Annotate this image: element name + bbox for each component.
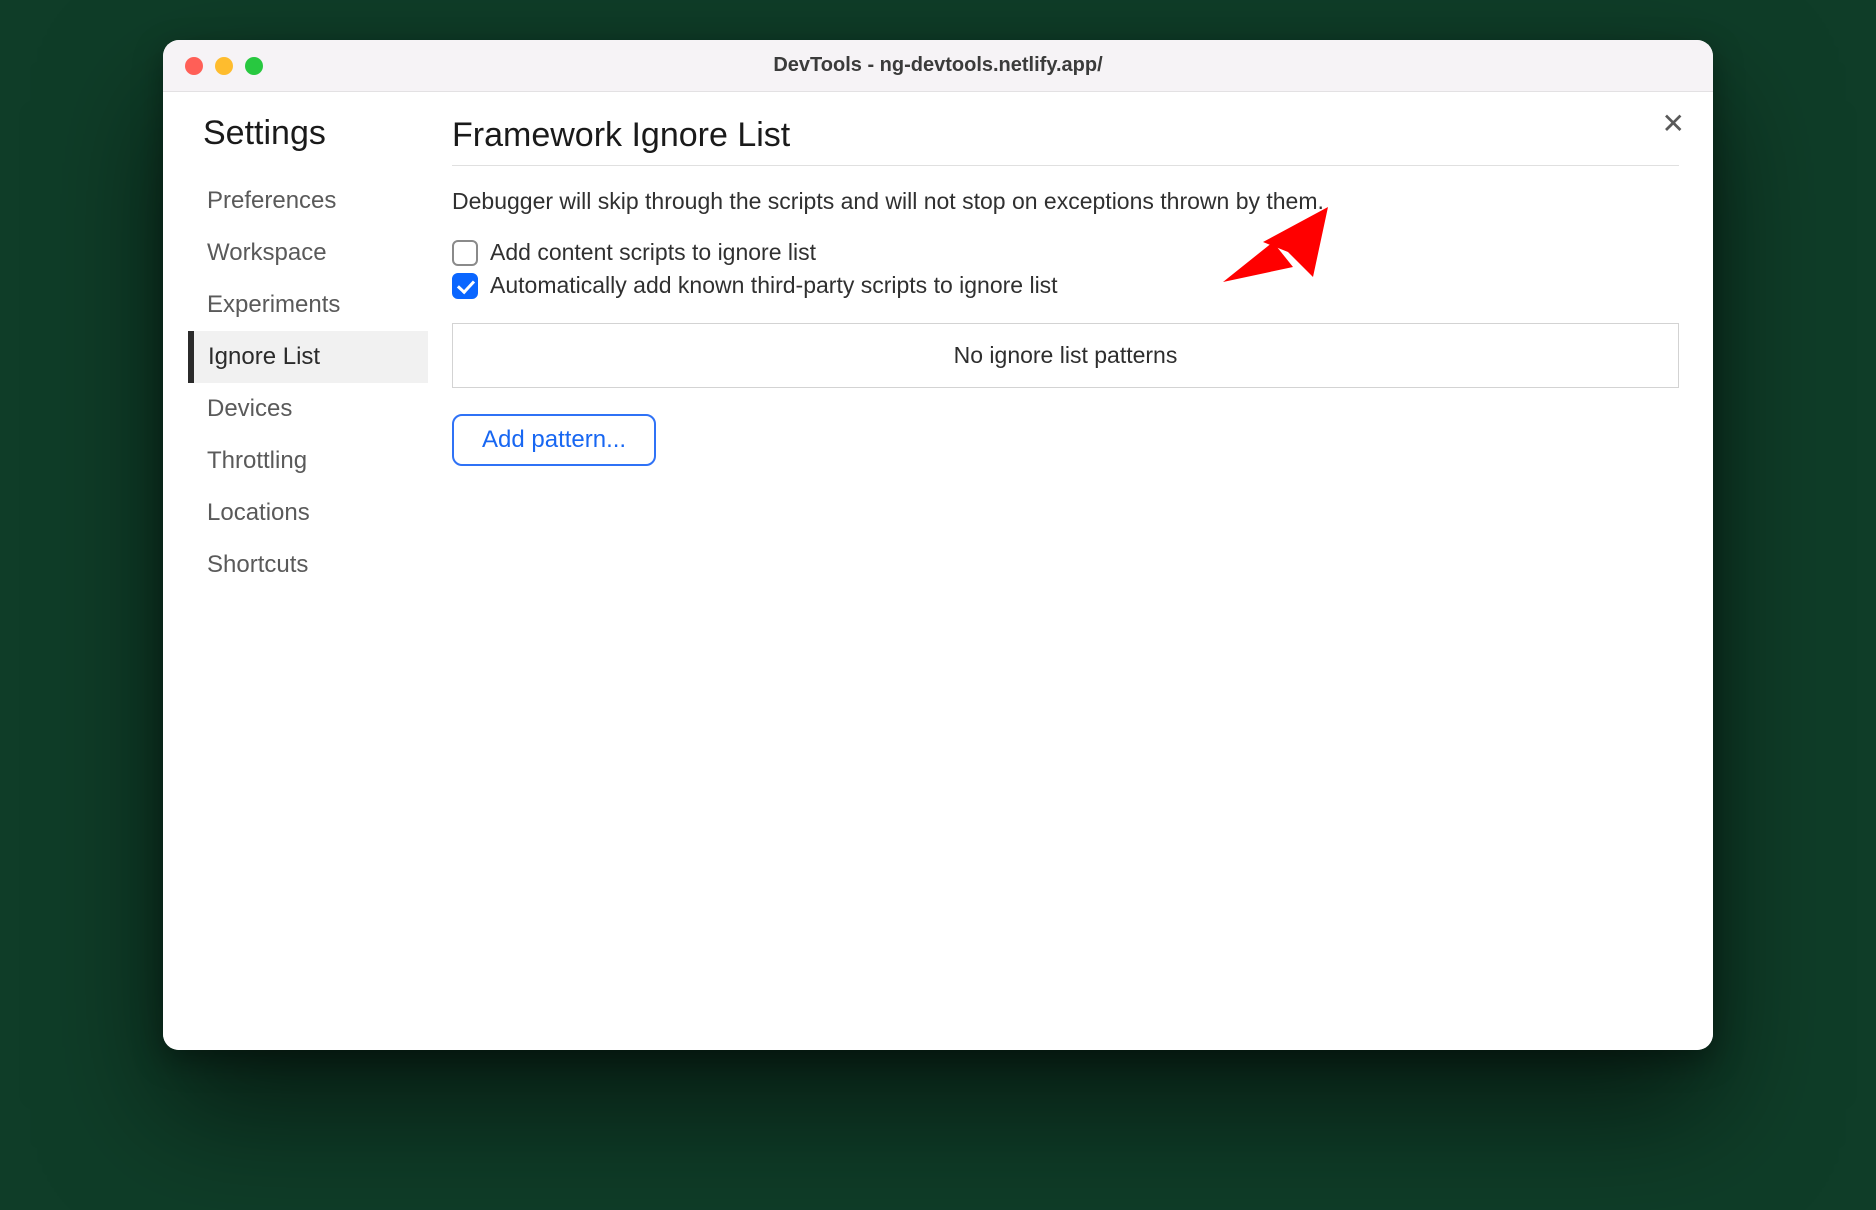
content-area: ✕ Settings PreferencesWorkspaceExperimen… — [163, 92, 1713, 1050]
sidebar-item-shortcuts[interactable]: Shortcuts — [188, 539, 428, 591]
sidebar-item-ignore-list[interactable]: Ignore List — [188, 331, 428, 383]
window-minimize-dot[interactable] — [215, 57, 233, 75]
sidebar-item-workspace[interactable]: Workspace — [188, 227, 428, 279]
traffic-lights — [163, 57, 263, 75]
settings-panel: Framework Ignore List Debugger will skip… — [428, 92, 1713, 1050]
checkbox-content-scripts[interactable] — [452, 240, 478, 266]
checkbox-content-scripts-row[interactable]: Add content scripts to ignore list — [452, 239, 1679, 266]
settings-nav-list: PreferencesWorkspaceExperimentsIgnore Li… — [193, 175, 428, 591]
checkbox-content-scripts-label[interactable]: Add content scripts to ignore list — [490, 239, 816, 266]
window-zoom-dot[interactable] — [245, 57, 263, 75]
checkbox-third-party-label[interactable]: Automatically add known third-party scri… — [490, 272, 1058, 299]
devtools-window: DevTools - ng-devtools.netlify.app/ ✕ Se… — [163, 40, 1713, 1050]
window-title: DevTools - ng-devtools.netlify.app/ — [163, 54, 1713, 77]
checkbox-third-party[interactable] — [452, 273, 478, 299]
add-pattern-button[interactable]: Add pattern... — [452, 414, 656, 466]
settings-heading: Settings — [193, 114, 428, 153]
panel-description: Debugger will skip through the scripts a… — [452, 188, 1679, 215]
sidebar-item-locations[interactable]: Locations — [188, 487, 428, 539]
ignore-patterns-list: No ignore list patterns — [452, 323, 1679, 388]
sidebar-item-preferences[interactable]: Preferences — [188, 175, 428, 227]
sidebar-item-devices[interactable]: Devices — [188, 383, 428, 435]
window-close-dot[interactable] — [185, 57, 203, 75]
panel-title: Framework Ignore List — [452, 116, 1679, 166]
checkbox-third-party-row[interactable]: Automatically add known third-party scri… — [452, 272, 1679, 299]
ignore-patterns-empty-label: No ignore list patterns — [954, 342, 1178, 368]
sidebar-item-throttling[interactable]: Throttling — [188, 435, 428, 487]
titlebar: DevTools - ng-devtools.netlify.app/ — [163, 40, 1713, 92]
settings-sidebar: Settings PreferencesWorkspaceExperiments… — [163, 92, 428, 1050]
sidebar-item-experiments[interactable]: Experiments — [188, 279, 428, 331]
